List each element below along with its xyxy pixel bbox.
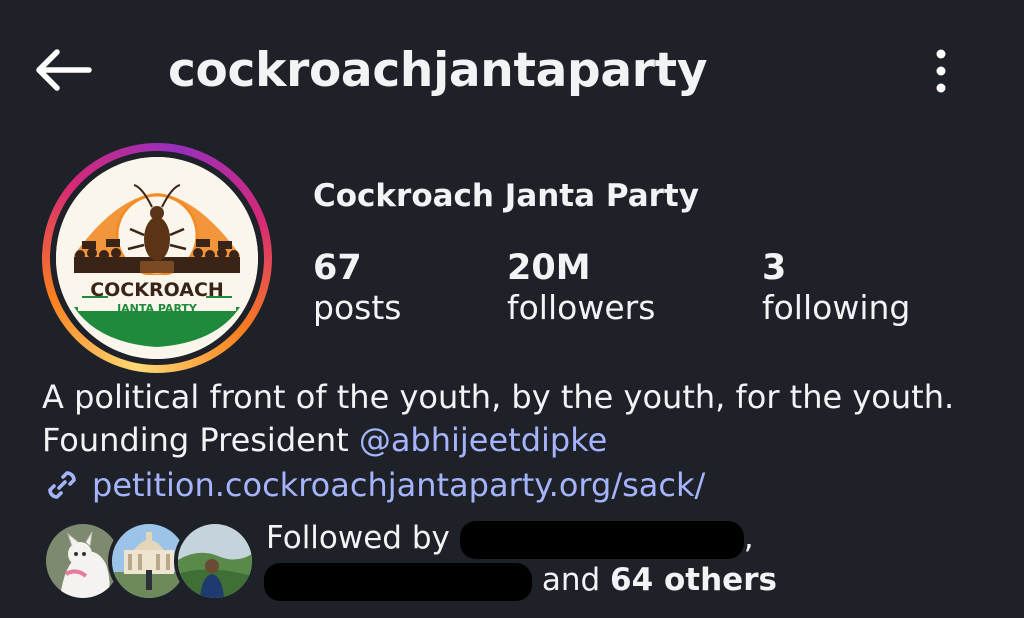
redacted-username-1 <box>459 520 744 559</box>
posts-label: posts <box>313 288 402 327</box>
follower-avatar-3[interactable] <box>174 520 256 602</box>
bio-link-text: petition.cockroachjantaparty.org/sack/ <box>92 466 706 504</box>
followed-by-line-2[interactable]: and 64 others <box>264 562 777 601</box>
followed-by-and: and <box>541 562 601 598</box>
party-logo: COCKROACH JANTA PARTY <box>56 157 258 359</box>
bio-mention-link[interactable]: @abhijeetdipke <box>359 421 608 459</box>
link-icon <box>48 471 76 499</box>
display-name: Cockroach Janta Party <box>313 178 699 214</box>
logo-text-top: COCKROACH <box>90 279 224 301</box>
followers-label: followers <box>507 288 656 327</box>
followed-by-others: 64 others <box>610 562 777 598</box>
profile-username: cockroachjantaparty <box>168 43 708 98</box>
more-options-button[interactable] <box>918 40 964 102</box>
redacted-username-2 <box>264 562 532 601</box>
followed-by-line-1[interactable]: Followed by , <box>266 520 754 559</box>
profile-avatar[interactable]: COCKROACH JANTA PARTY <box>42 143 272 373</box>
followed-by-comma: , <box>743 520 754 556</box>
posts-count: 67 <box>313 248 362 288</box>
logo-text-bottom: JANTA PARTY <box>117 302 197 315</box>
stat-following[interactable]: 3 following <box>762 248 910 327</box>
followed-by-prefix: Followed by <box>266 520 450 556</box>
more-vertical-icon <box>936 49 946 93</box>
profile-bio: A political front of the youth, by the y… <box>42 376 1002 462</box>
back-arrow-icon <box>36 49 92 91</box>
stat-followers[interactable]: 20M followers <box>507 248 655 327</box>
bio-link[interactable]: petition.cockroachjantaparty.org/sack/ <box>42 465 705 505</box>
following-count: 3 <box>762 248 787 288</box>
back-button[interactable] <box>30 42 96 98</box>
stat-posts[interactable]: 67 posts <box>313 248 401 327</box>
following-label: following <box>762 288 911 327</box>
followers-count: 20M <box>507 248 591 288</box>
